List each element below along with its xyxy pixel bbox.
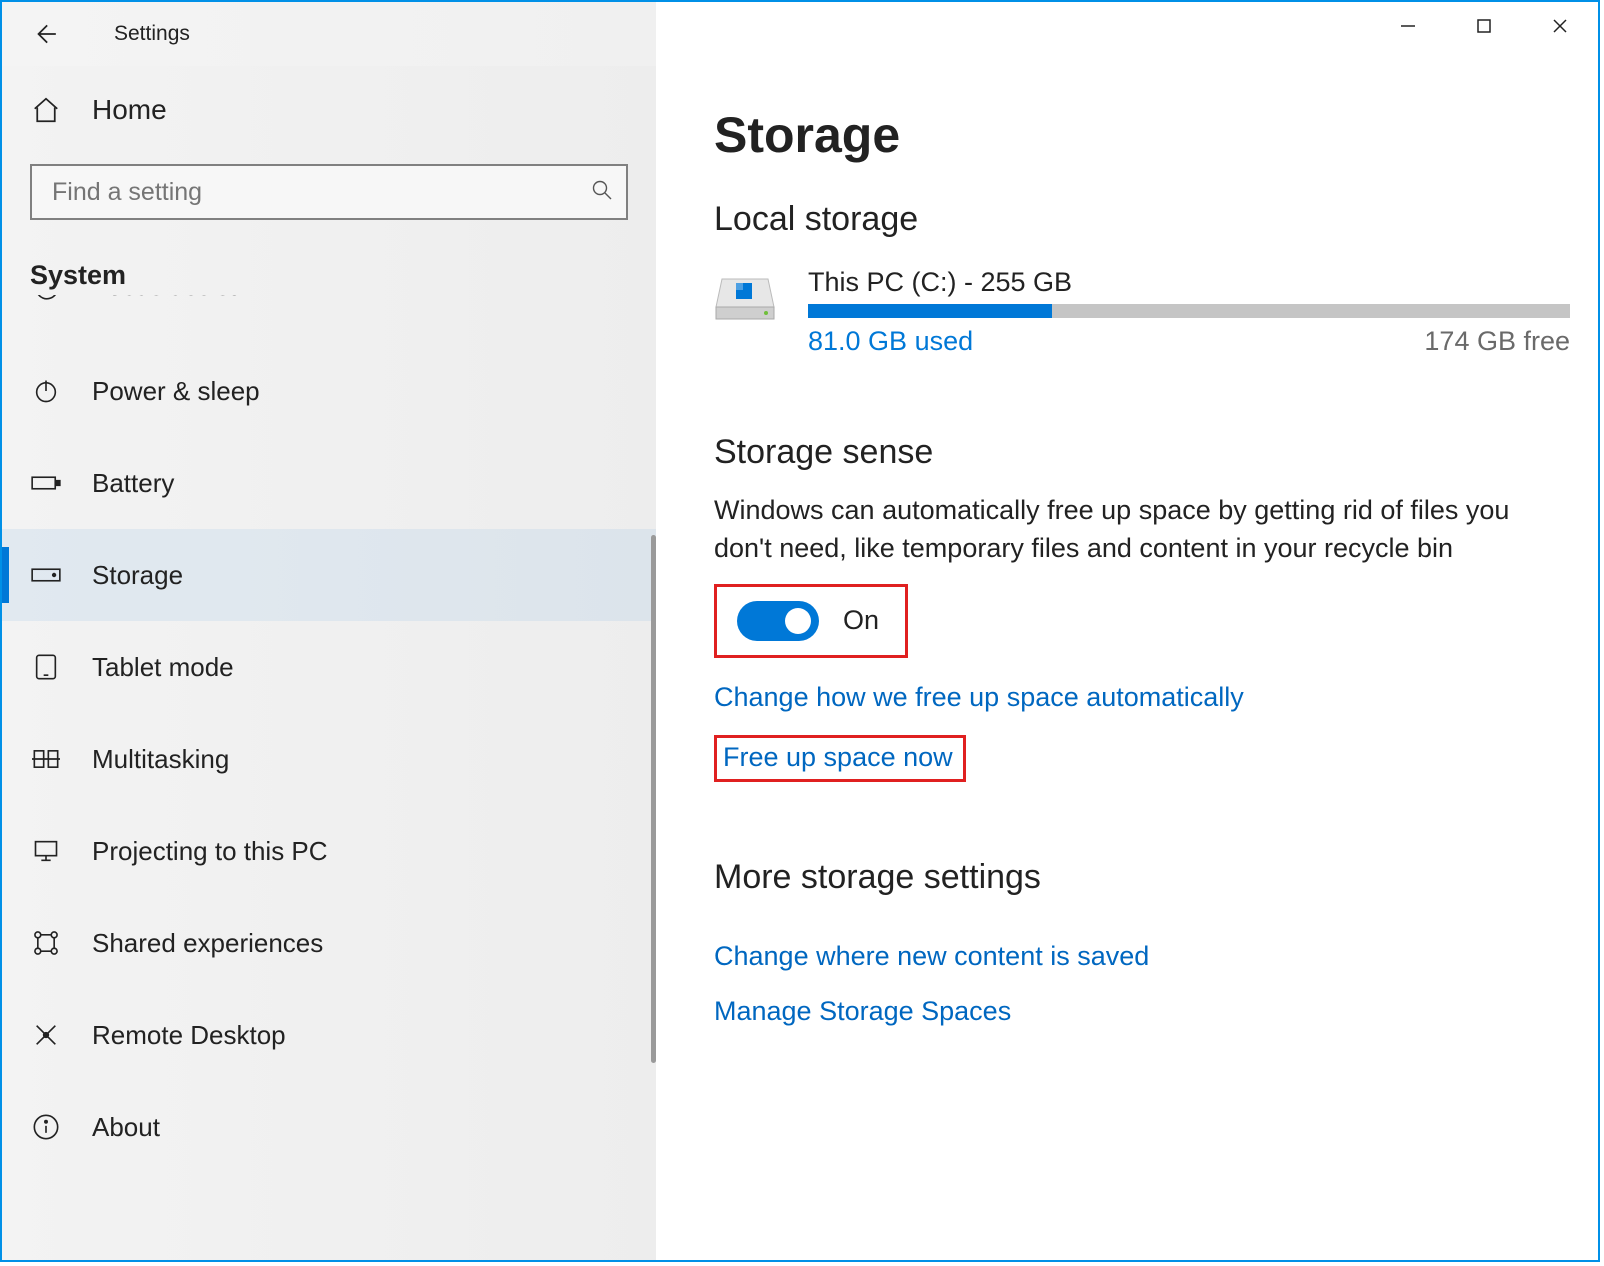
storage-sense-description: Windows can automatically free up space … [714,492,1564,568]
search-box[interactable] [30,164,628,220]
sidebar-item-about[interactable]: About [2,1081,656,1173]
tablet-icon [30,651,62,683]
sidebar-item-label: Remote Desktop [92,1020,286,1051]
more-storage-title: More storage settings [714,858,1570,897]
sidebar-item-label: Focus assist [92,295,237,302]
remote-icon [30,1019,62,1051]
multitask-icon [30,743,62,775]
sidebar-item-remote-desktop[interactable]: Remote Desktop [2,989,656,1081]
sidebar-section-label: System [30,260,656,291]
storage-sense-toggle-label: On [843,605,879,636]
search-input[interactable] [50,177,590,208]
storage-sense-toggle[interactable] [737,601,819,641]
hard-drive-icon [714,273,784,328]
sidebar: Home System [2,66,656,1260]
drive-meta: 81.0 GB used 174 GB free [808,326,1570,357]
search-icon [590,178,614,207]
shared-icon [30,927,62,959]
drive-label: This PC (C:) - 255 GB [808,267,1570,298]
back-button[interactable] [30,19,60,49]
sidebar-item-storage[interactable]: Storage [2,529,656,621]
window-controls [1370,2,1598,50]
sidebar-item-label: Shared experiences [92,928,323,959]
settings-window: Settings Home [0,0,1600,1262]
minimize-button[interactable] [1370,2,1446,50]
sidebar-item-multitasking[interactable]: Multitasking [2,713,656,805]
sidebar-item-shared-experiences[interactable]: Shared experiences [2,897,656,989]
sidebar-item-label: Projecting to this PC [92,836,328,867]
sidebar-item-label: Battery [92,468,174,499]
page-title: Storage [714,106,1570,164]
sidebar-item-label: Storage [92,560,183,591]
storage-sense-toggle-row: On [727,593,889,649]
sidebar-item-power-sleep[interactable]: Power & sleep [2,345,656,437]
sidebar-home-label: Home [92,94,167,126]
sidebar-item-label: Tablet mode [92,652,234,683]
highlight-free-now-box: Free up space now [714,735,966,782]
sidebar-item-label: Power & sleep [92,376,260,407]
sidebar-item-battery[interactable]: Battery [2,437,656,529]
maximize-button[interactable] [1446,2,1522,50]
drive-icon [30,559,62,591]
sidebar-item-projecting[interactable]: Projecting to this PC [2,805,656,897]
body: Home System [2,66,1598,1260]
drive-usage-fill [808,304,1052,318]
sidebar-home[interactable]: Home [2,66,656,136]
search-wrap [30,164,628,220]
titlebar-left: Settings [2,2,656,66]
sidebar-item-tablet-mode[interactable]: Tablet mode [2,621,656,713]
sidebar-item-label: About [92,1112,160,1143]
close-icon [1551,17,1569,35]
drive-body: This PC (C:) - 255 GB 81.0 GB used 174 G… [808,267,1570,357]
drive-usage-bar [808,304,1570,318]
sidebar-scrollbar[interactable] [651,535,656,1063]
highlight-toggle-box: On [714,584,908,658]
project-icon [30,835,62,867]
link-manage-storage-spaces[interactable]: Manage Storage Spaces [714,996,1011,1027]
window-title: Settings [114,22,190,46]
drive-free: 174 GB free [1424,326,1570,357]
content-pane: Storage Local storage This PC (C:) - 255… [656,66,1598,1260]
storage-sense-title: Storage sense [714,433,1570,472]
nav-list: Focus assist Power & sleep [2,295,656,1173]
close-button[interactable] [1522,2,1598,50]
link-change-auto[interactable]: Change how we free up space automaticall… [714,682,1244,713]
drive-row[interactable]: This PC (C:) - 255 GB 81.0 GB used 174 G… [714,267,1570,357]
link-change-where-saved[interactable]: Change where new content is saved [714,941,1149,972]
power-icon [30,375,62,407]
sidebar-item-label: Multitasking [92,744,229,775]
titlebar: Settings [2,2,1598,66]
sidebar-item-focus-assist[interactable]: Focus assist [2,295,656,345]
drive-used: 81.0 GB used [808,326,973,357]
home-icon [30,94,62,126]
battery-icon [30,467,62,499]
info-icon [30,1111,62,1143]
arrow-left-icon [32,21,58,47]
maximize-icon [1475,17,1493,35]
moon-icon [30,295,62,305]
toggle-knob [785,608,811,634]
minimize-icon [1399,17,1417,35]
link-free-up-now[interactable]: Free up space now [723,742,953,773]
local-storage-title: Local storage [714,200,1570,239]
